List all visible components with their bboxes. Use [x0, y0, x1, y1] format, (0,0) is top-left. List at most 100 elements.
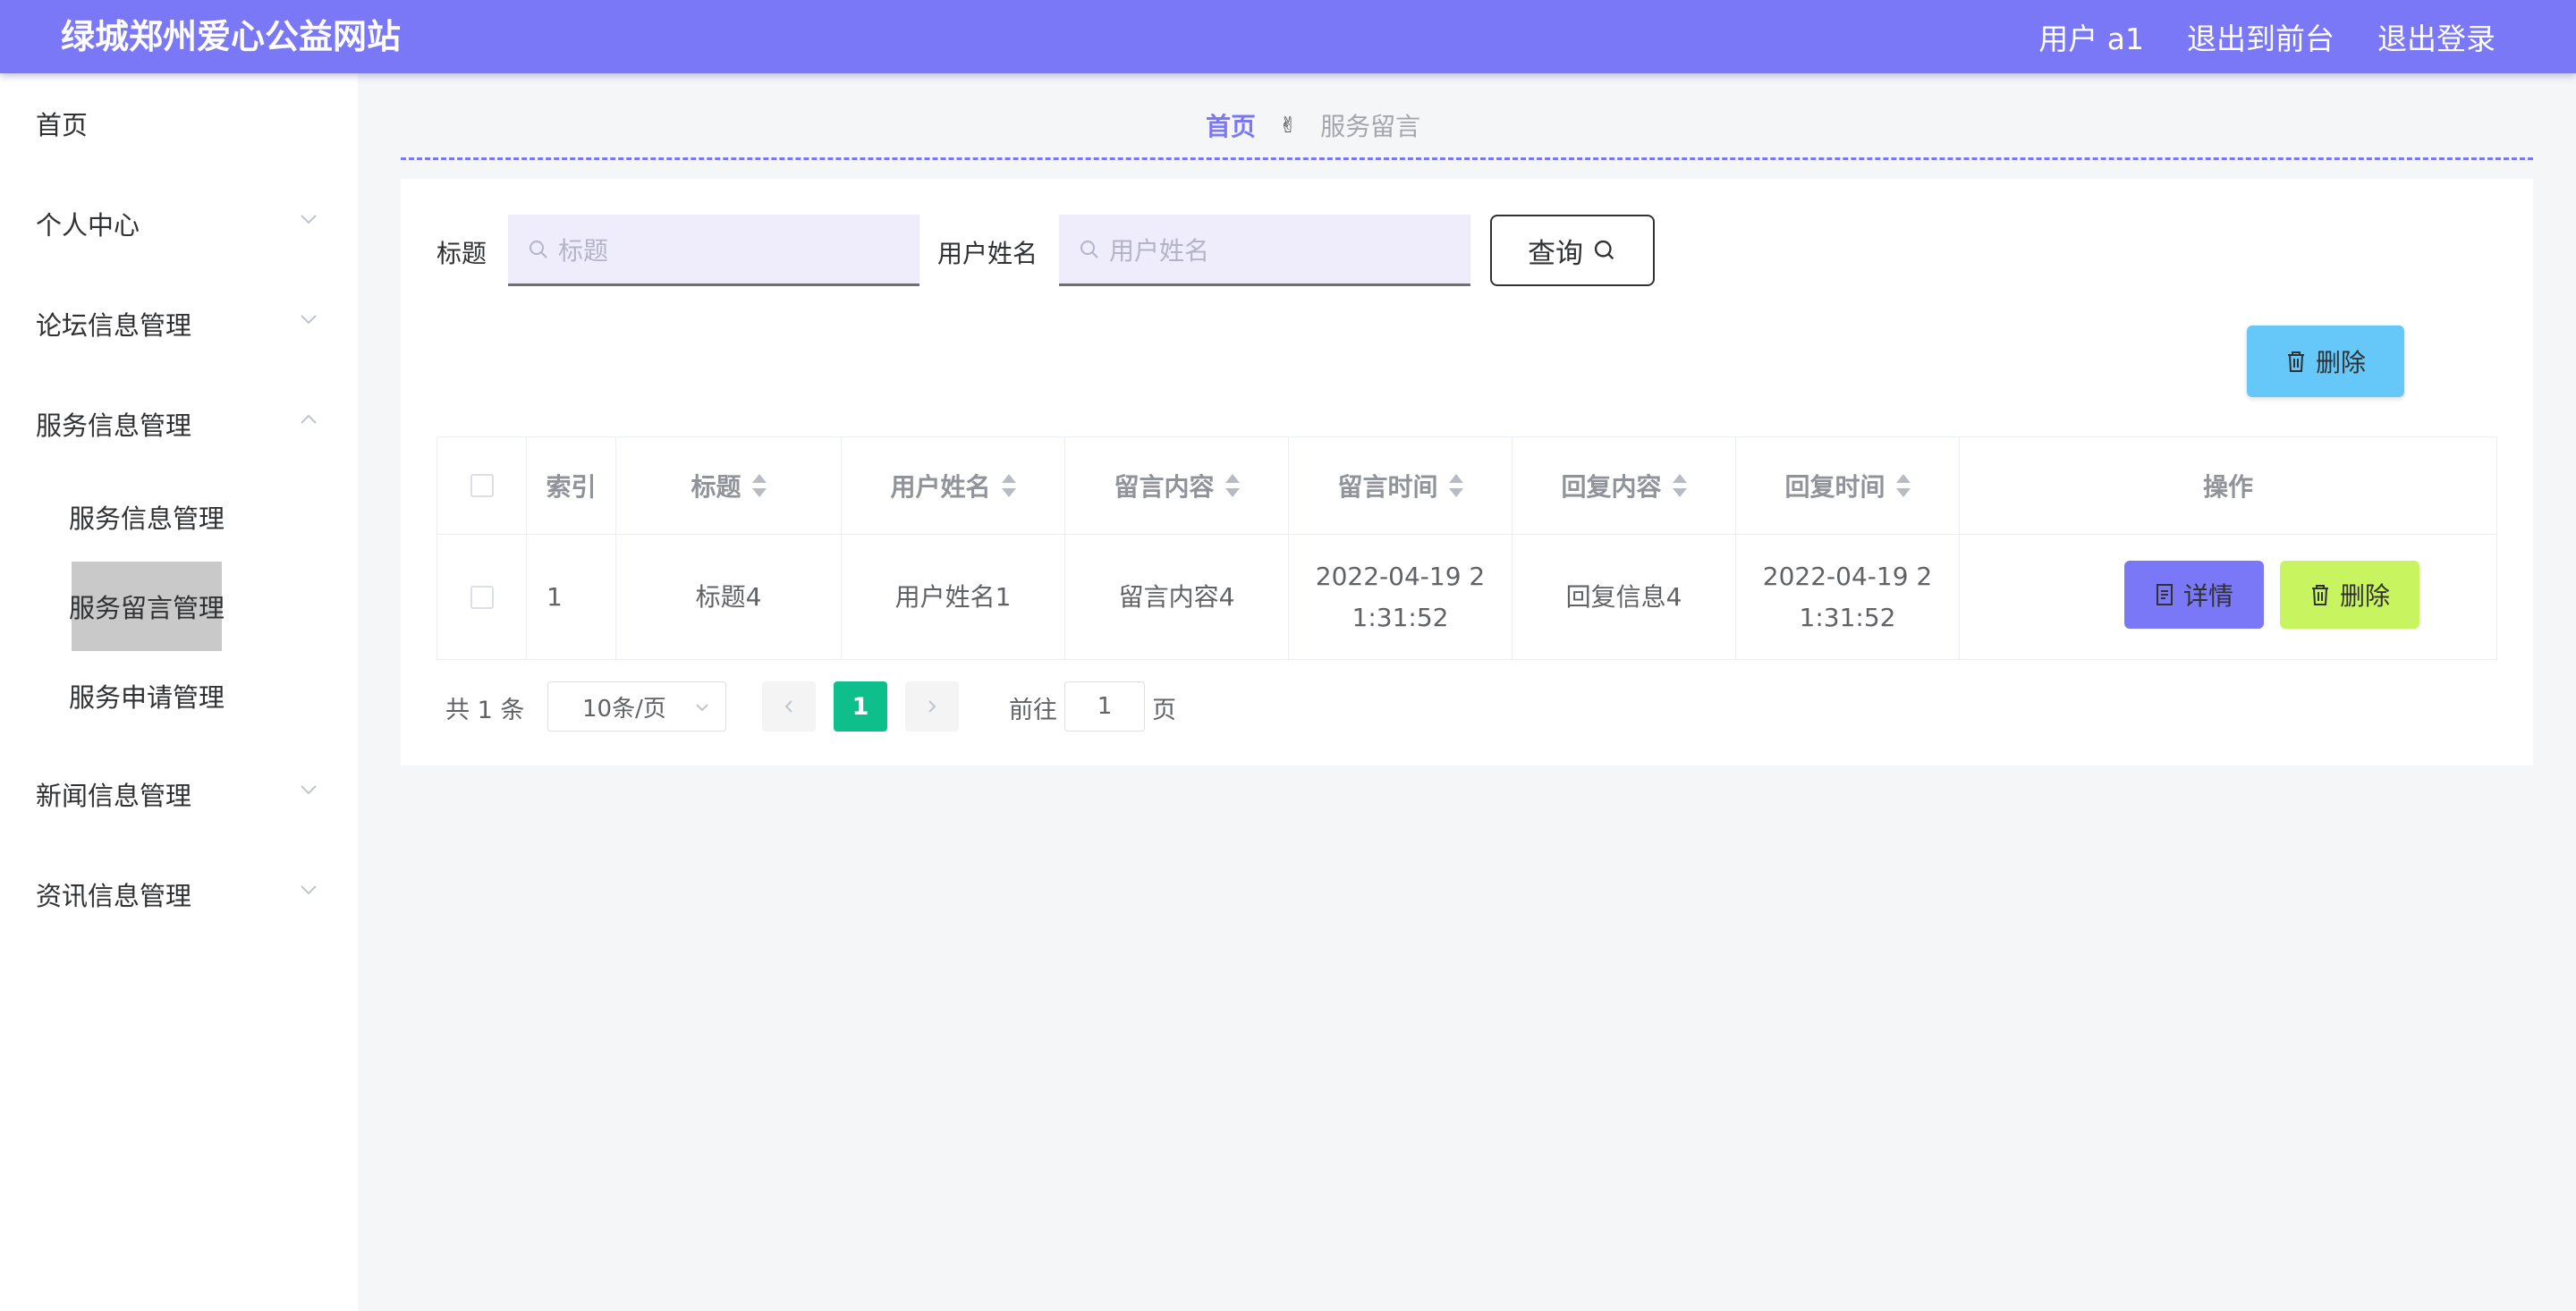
- column-header-label: 索引: [546, 472, 597, 502]
- chevron-left-icon: [784, 700, 792, 713]
- page-size-value: 10条/页: [582, 695, 666, 723]
- back-to-front-link[interactable]: 退出到前台: [2187, 15, 2334, 58]
- document-icon: [2156, 584, 2173, 605]
- breadcrumb-current: 服务留言: [1320, 112, 1421, 141]
- chevron-down-icon: [301, 785, 317, 795]
- header-reply-time[interactable]: 回复时间: [1736, 437, 1960, 534]
- chevron-up-icon: [301, 414, 317, 424]
- header-msg-time[interactable]: 留言时间: [1289, 437, 1513, 534]
- prev-page-button[interactable]: [762, 681, 816, 732]
- sidebar-subitem-service-apply[interactable]: 服务申请管理: [69, 651, 225, 740]
- column-header-label: 留言时间: [1337, 472, 1438, 502]
- breadcrumb-home[interactable]: 首页: [1206, 107, 1256, 143]
- sidebar-subitem-label: 服务信息管理: [69, 503, 225, 534]
- row-checkbox[interactable]: [470, 585, 494, 609]
- next-page-button[interactable]: [905, 681, 959, 732]
- sidebar-item-label: 新闻信息管理: [36, 781, 192, 811]
- sort-icon[interactable]: [1001, 474, 1016, 497]
- page-number-current[interactable]: 1: [834, 681, 887, 732]
- chevron-down-icon: [301, 885, 317, 895]
- sidebar-subitem-label: 服务申请管理: [69, 682, 225, 713]
- header-index: 索引: [527, 437, 616, 534]
- chevron-down-icon: [301, 215, 317, 224]
- sort-icon[interactable]: [1895, 474, 1911, 497]
- cell-reply: 回复信息4: [1513, 534, 1736, 659]
- sidebar-item-label: 个人中心: [36, 210, 140, 241]
- logout-link[interactable]: 退出登录: [2377, 15, 2496, 58]
- column-header-label: 操作: [2202, 472, 2253, 502]
- column-header-label: 回复时间: [1784, 472, 1885, 502]
- query-button[interactable]: 查询: [1490, 215, 1655, 286]
- content-card: 标题 标题 用户姓名 用户姓名 查询 删除 索引 标题 用户姓名 留言内容 留言…: [401, 179, 2533, 765]
- sidebar-subitem-label: 服务留言管理: [69, 593, 225, 623]
- message-table: 索引 标题 用户姓名 留言内容 留言时间 回复内容 回复时间 操作 1 标题4 …: [436, 436, 2497, 660]
- detail-button[interactable]: 详情: [2124, 561, 2264, 629]
- cell-content: 留言内容4: [1065, 534, 1289, 659]
- sort-icon[interactable]: [1672, 474, 1687, 497]
- header-select-all-cell: [437, 437, 527, 534]
- bulk-delete-label: 删除: [2315, 348, 2366, 377]
- row-delete-button[interactable]: 删除: [2280, 561, 2419, 629]
- header-actions: 操作: [1960, 437, 2496, 534]
- sidebar-item-label: 论坛信息管理: [36, 310, 192, 341]
- search-icon: [1080, 240, 1098, 258]
- row-delete-label: 删除: [2339, 581, 2390, 611]
- title-search-input[interactable]: 标题: [508, 215, 919, 286]
- username-search-placeholder: 用户姓名: [1109, 235, 1210, 266]
- column-header-label: 用户姓名: [890, 472, 991, 502]
- column-header-label: 留言内容: [1114, 472, 1215, 502]
- bulk-delete-button[interactable]: 删除: [2247, 326, 2404, 397]
- trash-icon: [2287, 351, 2304, 372]
- page-size-select[interactable]: 10条/页: [547, 681, 726, 732]
- title-search-label: 标题: [436, 239, 487, 268]
- cell-reply-time: 2022-04-19 21:31:52: [1736, 534, 1960, 659]
- column-header-label: 回复内容: [1561, 472, 1662, 502]
- cell-username: 用户姓名1: [842, 534, 1065, 659]
- breadcrumb: 首页 ✌ 服务留言: [1206, 107, 1420, 143]
- chevron-right-icon: [928, 700, 936, 713]
- goto-page-input[interactable]: 1: [1064, 681, 1145, 732]
- username-search-label: 用户姓名: [937, 239, 1038, 268]
- detail-button-label: 详情: [2182, 581, 2233, 611]
- header-actions: 用户 a1 退出到前台 退出登录: [1996, 0, 2496, 73]
- sidebar-item-personal-center[interactable]: 个人中心: [0, 188, 358, 259]
- sidebar-item-label: 首页: [36, 110, 89, 140]
- victory-hand-icon: ✌: [1279, 113, 1298, 138]
- cell-msg-time: 2022-04-19 21:31:52: [1289, 534, 1513, 659]
- search-icon: [530, 240, 547, 258]
- header-content[interactable]: 留言内容: [1065, 437, 1289, 534]
- header-title[interactable]: 标题: [616, 437, 842, 534]
- header-reply[interactable]: 回复内容: [1513, 437, 1736, 534]
- search-icon: [1594, 240, 1614, 260]
- current-user-label: 用户 a1: [2038, 21, 2144, 56]
- sidebar-subitem-service-info[interactable]: 服务信息管理: [69, 472, 225, 562]
- username-search-input[interactable]: 用户姓名: [1059, 215, 1470, 286]
- sidebar-item-home[interactable]: 首页: [0, 88, 358, 159]
- goto-suffix: 页: [1152, 697, 1176, 724]
- cell-title: 标题4: [616, 534, 842, 659]
- sidebar-menu: 首页 个人中心 论坛信息管理 服务信息管理 服务信息管理 服务留言管理 服务申请…: [0, 73, 358, 1311]
- sidebar-item-label: 资讯信息管理: [36, 881, 192, 911]
- cell-index: 1: [527, 534, 616, 659]
- sidebar-item-label: 服务信息管理: [36, 410, 192, 441]
- chevron-down-icon: [301, 315, 317, 325]
- goto-prefix: 前往: [1009, 697, 1057, 724]
- sort-icon[interactable]: [1224, 474, 1240, 497]
- site-title: 绿城郑州爱心公益网站: [61, 17, 402, 56]
- row-select-cell: [437, 534, 527, 659]
- chevron-down-icon: [696, 704, 708, 712]
- sidebar-item-news[interactable]: 新闻信息管理: [0, 758, 358, 830]
- title-search-placeholder: 标题: [558, 235, 609, 266]
- sidebar-item-forum[interactable]: 论坛信息管理: [0, 288, 358, 359]
- sort-icon[interactable]: [1448, 474, 1463, 497]
- top-bar: 绿城郑州爱心公益网站 用户 a1 退出到前台 退出登录: [0, 0, 2576, 73]
- sidebar-item-info[interactable]: 资讯信息管理: [0, 858, 358, 930]
- column-header-label: 标题: [691, 472, 741, 502]
- pagination-total: 共 1 条: [445, 697, 525, 724]
- header-username[interactable]: 用户姓名: [842, 437, 1065, 534]
- sort-icon[interactable]: [751, 474, 767, 497]
- sidebar-subitem-service-message[interactable]: 服务留言管理: [69, 562, 225, 651]
- sidebar-item-service[interactable]: 服务信息管理: [0, 388, 358, 460]
- select-all-checkbox[interactable]: [470, 474, 494, 497]
- query-button-label: 查询: [1528, 237, 1583, 270]
